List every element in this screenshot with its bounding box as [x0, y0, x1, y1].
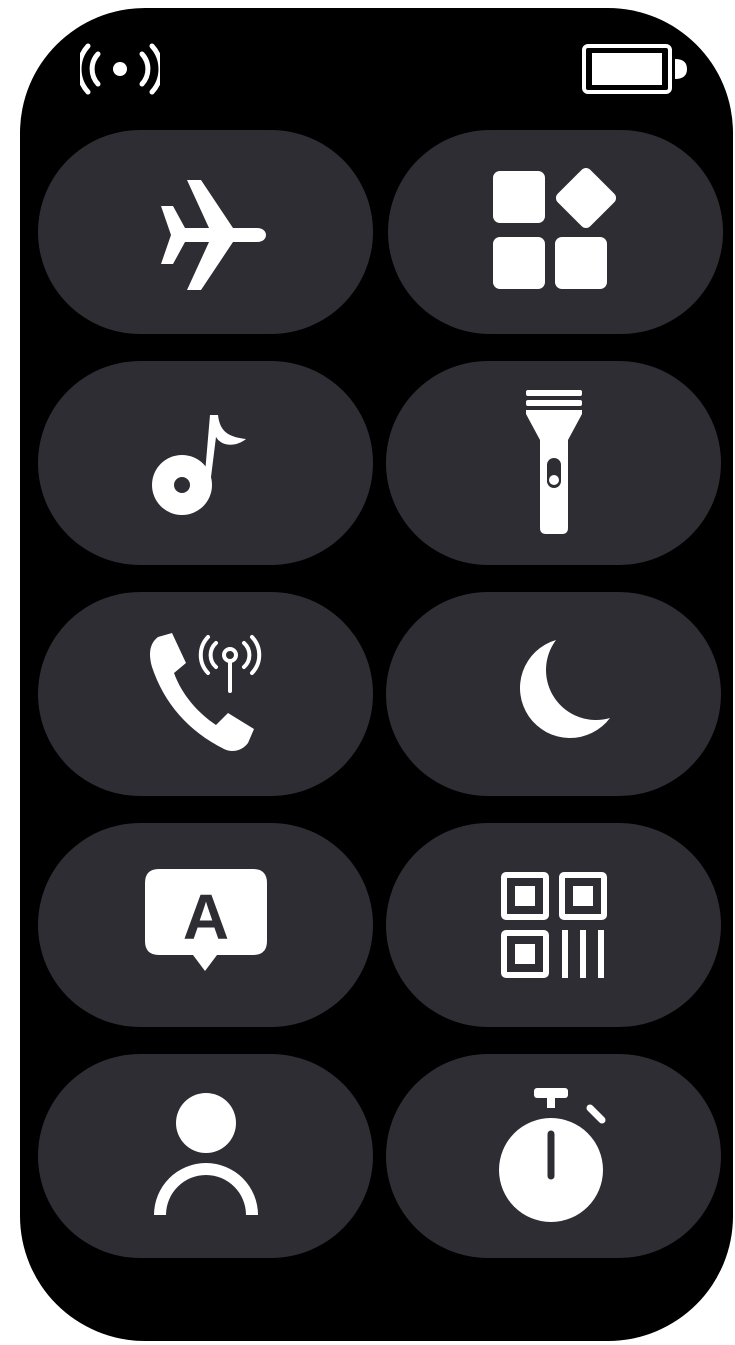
svg-text:A: A [182, 881, 228, 953]
sleep-mode-toggle[interactable] [386, 592, 721, 796]
flashlight-toggle[interactable] [386, 361, 721, 565]
airplane-icon [160, 180, 266, 290]
apps-icon [492, 167, 616, 289]
contacts-toggle[interactable] [38, 1054, 373, 1258]
phone-signal-icon [149, 633, 261, 751]
battery-icon [582, 44, 687, 94]
music-note-icon [151, 415, 246, 515]
qr-code-toggle[interactable] [386, 823, 721, 1027]
translate-toggle[interactable]: A [38, 823, 373, 1027]
flashlight-icon [525, 390, 582, 534]
person-icon [153, 1093, 258, 1215]
moon-icon [519, 640, 610, 738]
apps-toggle[interactable] [388, 130, 723, 334]
airplane-mode-toggle[interactable] [38, 130, 373, 334]
qr-code-icon [500, 872, 607, 978]
stopwatch-toggle[interactable] [386, 1054, 721, 1258]
watch-screen: A [20, 8, 733, 1341]
call-signal-toggle[interactable] [38, 592, 373, 796]
stopwatch-icon [498, 1088, 605, 1222]
music-toggle[interactable] [38, 361, 373, 565]
translate-icon: A [144, 869, 267, 971]
connectivity-icon [80, 43, 160, 95]
battery-level-fill [592, 53, 662, 85]
